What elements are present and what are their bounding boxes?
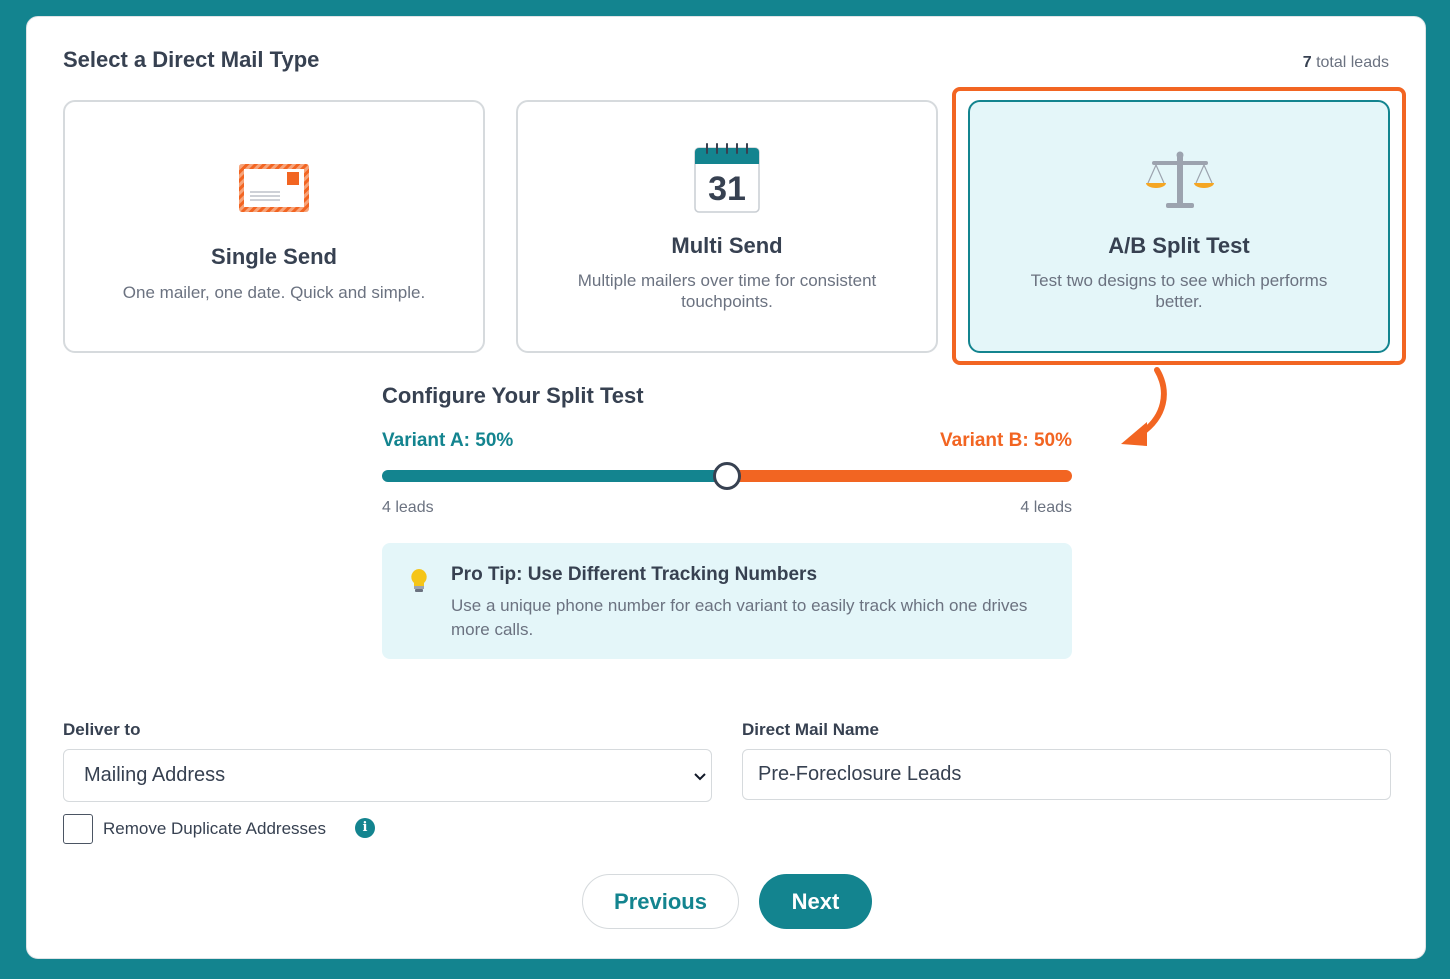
multi-send-card[interactable]: 31 Multi Send Multiple mailers over time… — [516, 100, 938, 353]
variant-b-label: Variant B: 50% — [940, 430, 1072, 451]
direct-mail-name-value: Pre-Foreclosure Leads — [758, 763, 962, 785]
card-description: Multiple mailers over time for consisten… — [577, 271, 877, 311]
remove-duplicates-checkbox[interactable] — [63, 814, 93, 844]
card-description: Test two designs to see which performs b… — [1030, 271, 1328, 311]
card-title: Single Send — [211, 244, 337, 269]
card-title: A/B Split Test — [1108, 233, 1250, 258]
page-title: Select a Direct Mail Type — [63, 47, 320, 72]
single-send-card[interactable]: Single Send One mailer, one date. Quick … — [63, 100, 485, 353]
svg-text:31: 31 — [708, 170, 746, 208]
variant-b-leads: 4 leads — [1020, 499, 1072, 516]
deliver-to-label: Deliver to — [63, 720, 141, 739]
deliver-to-value: Mailing Address — [84, 764, 226, 786]
scale-icon — [1144, 147, 1216, 214]
card-title: Multi Send — [671, 233, 783, 258]
tip-title: Pro Tip: Use Different Tracking Numbers — [451, 564, 818, 585]
pro-tip-box: Pro Tip: Use Different Tracking Numbers … — [382, 543, 1072, 659]
remove-duplicates-label: Remove Duplicate Addresses — [103, 819, 327, 838]
envelope-icon — [238, 163, 310, 218]
split-config-title: Configure Your Split Test — [382, 383, 644, 408]
split-slider-handle[interactable] — [713, 462, 741, 490]
direct-mail-name-input[interactable]: Pre-Foreclosure Leads — [742, 749, 1391, 800]
info-icon[interactable]: i — [355, 818, 375, 838]
lightbulb-icon — [408, 567, 430, 600]
tip-text: Use a unique phone number for each varia… — [451, 596, 1028, 639]
variant-b-fill — [727, 470, 1072, 482]
card-description: One mailer, one date. Quick and simple. — [122, 283, 426, 302]
curved-arrow-icon — [1117, 366, 1177, 455]
variant-a-leads: 4 leads — [382, 499, 434, 516]
chevron-down-icon — [693, 770, 707, 789]
variant-a-fill — [382, 470, 727, 482]
deliver-to-select[interactable]: Mailing Address — [63, 749, 712, 802]
direct-mail-name-label: Direct Mail Name — [742, 720, 879, 739]
next-button[interactable]: Next — [759, 874, 872, 929]
ab-split-test-card[interactable]: A/B Split Test Test two designs to see w… — [968, 100, 1390, 353]
mail-type-panel: Select a Direct Mail Type 7 total leads … — [26, 16, 1426, 959]
variant-a-label: Variant A: 50% — [382, 430, 514, 451]
calendar-icon: 31 — [693, 142, 761, 219]
total-leads: 7 total leads — [1302, 54, 1389, 71]
previous-button[interactable]: Previous — [582, 874, 739, 929]
